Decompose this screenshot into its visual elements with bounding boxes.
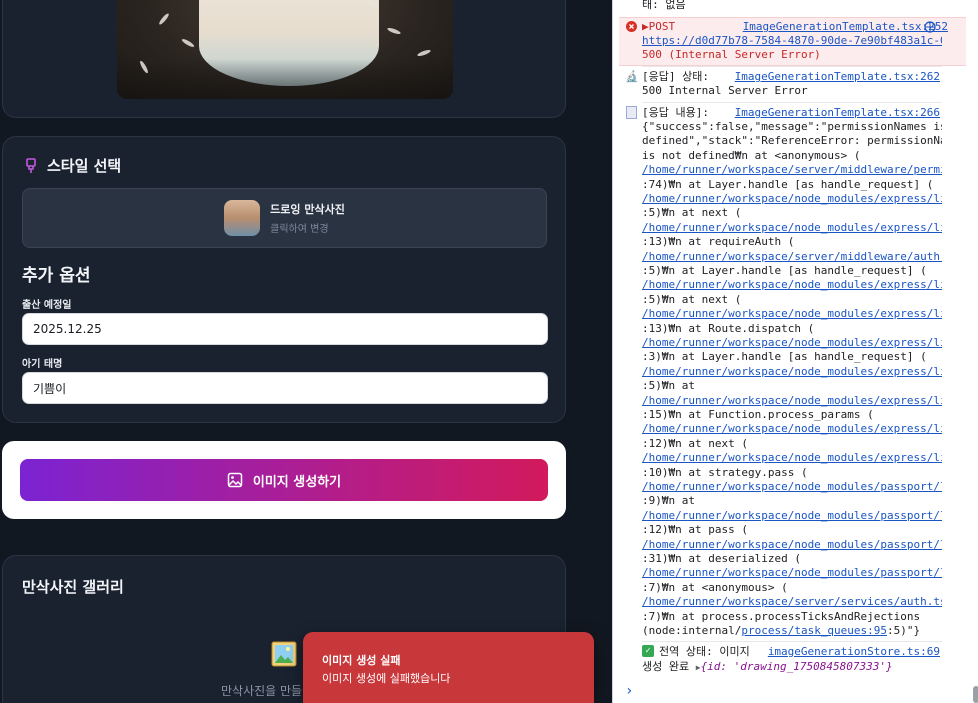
- response-body-source[interactable]: ImageGenerationTemplate.tsx:266: [735, 106, 940, 120]
- stack-trace-link[interactable]: /home/runner/workspace/node_modules/pass…: [642, 480, 942, 494]
- error-url[interactable]: https://d0d77b78-7584-4870-90de-7e90bf48…: [642, 34, 942, 48]
- preview-card: [2, 0, 566, 118]
- options-title: 추가 옵션: [22, 266, 91, 286]
- stack-trace-line: :7)₩n at <anonymous> (: [642, 580, 788, 594]
- response-status-source[interactable]: ImageGenerationTemplate.tsx:262: [735, 70, 940, 84]
- generate-card: 이미지 생성하기: [2, 441, 566, 519]
- magnifier-icon: 🔬: [625, 70, 639, 83]
- style-thumbnail: [224, 200, 261, 236]
- stack-trace-line: :13)₩n at Route.dispatch (: [642, 321, 815, 335]
- nickname-input[interactable]: 기쁨이: [22, 372, 548, 404]
- stack-trace-line: :5)₩n at next (: [642, 292, 742, 306]
- store-log-line2: 생성 완료 ▶{id: 'drawing_1750845807333'}: [642, 660, 893, 673]
- stack-trace-link[interactable]: /home/runner/workspace/node_modules/pass…: [642, 538, 942, 552]
- stack-trace-line: :7)₩n at process.processTicksAndRejectio…: [642, 609, 921, 623]
- error-method: POST: [648, 20, 676, 33]
- stack-trace-link[interactable]: /home/runner/workspace/server/middleware…: [642, 250, 942, 264]
- stack-trace-line: :12)₩n at next (: [642, 436, 748, 450]
- stack-trace-line: defined","stack":"ReferenceError: permis…: [642, 134, 942, 148]
- style-selector[interactable]: 드로잉 만삭사진 클릭하여 변경: [22, 188, 547, 248]
- brush-icon: [26, 157, 36, 173]
- toast-title: 이미지 생성 실패: [322, 654, 401, 667]
- gallery-empty-text: 만삭사진을 만들어: [221, 684, 314, 698]
- stack-trace-line: :10)₩n at strategy.pass (: [642, 465, 808, 479]
- stack-trace-line: :31)₩n at deserialized (: [642, 552, 801, 565]
- expand-arrow-icon: ▶: [642, 20, 649, 33]
- console-separator: [642, 66, 942, 67]
- style-hint: 클릭하여 변경: [270, 224, 329, 235]
- check-icon: ✓: [642, 645, 654, 657]
- style-section-title: 스타일 선택: [23, 155, 121, 176]
- document-icon: [626, 106, 637, 119]
- stack-trace-line: {"success":false,"message":"permissionNa…: [642, 120, 942, 133]
- stack-trace-link[interactable]: /home/runner/workspace/node_modules/expr…: [642, 336, 942, 350]
- stack-trace-line: :15)₩n at Function.process_params (: [642, 408, 874, 421]
- picture-icon: [271, 641, 297, 667]
- stack-trace-line: :12)₩n at pass (: [642, 523, 748, 537]
- image-icon: [227, 472, 243, 488]
- stack-trace-link[interactable]: /home/runner/workspace/node_modules/expr…: [642, 307, 942, 321]
- style-text: 드로잉 만삭사진 클릭하여 변경: [270, 201, 345, 235]
- style-card: 스타일 선택 드로잉 만삭사진 클릭하여 변경 추가 옵션 출산 예정일 202…: [2, 136, 566, 423]
- stack-trace-link[interactable]: /home/runner/workspace/node_modules/expr…: [642, 192, 942, 206]
- stack-trace-link[interactable]: /home/runner/workspace/node_modules/expr…: [642, 365, 942, 379]
- preview-image: [117, 0, 453, 99]
- stack-trace-line: :5)₩n at Layer.handle [as handle_request…: [642, 264, 927, 277]
- error-source-link[interactable]: ImageGenerationTemplate.tsx:252: [743, 20, 948, 34]
- error-icon: [626, 21, 637, 32]
- error-status: 500 (Internal Server Error): [642, 48, 821, 61]
- style-name: 드로잉 만삭사진: [270, 203, 345, 216]
- store-log: 전역 상태: 이미지: [659, 645, 750, 658]
- stack-trace-link[interactable]: /home/runner/workspace/node_modules/expr…: [642, 221, 942, 235]
- stack-trace-line: :9)₩n at: [642, 494, 695, 508]
- nickname-label: 아기 태명: [22, 359, 63, 370]
- due-date-label: 출산 예정일: [22, 300, 72, 311]
- app-panel: 스타일 선택 드로잉 만삭사진 클릭하여 변경 추가 옵션 출산 예정일 202…: [0, 0, 612, 703]
- console-separator: [642, 641, 942, 642]
- style-section-label: 스타일 선택: [47, 157, 122, 175]
- stack-trace-line: :3)₩n at Layer.handle [as handle_request…: [642, 350, 927, 364]
- devtools-console: 태: 없음 ▶POST ImageGenerationTemplate.tsx:…: [612, 0, 978, 703]
- stack-trace-link[interactable]: /home/runner/workspace/node_modules/expr…: [642, 422, 942, 436]
- console-top-line: 태: 없음: [642, 0, 686, 11]
- store-source[interactable]: imageGenerationStore.ts:69: [768, 645, 940, 659]
- stack-trace-link[interactable]: /home/runner/workspace/server/services/a…: [642, 595, 942, 609]
- stack-trace-line: is not defined₩n at <anonymous> (: [642, 148, 861, 162]
- stack-trace-link[interactable]: /home/runner/workspace/node_modules/expr…: [642, 394, 942, 408]
- stack-trace-line: :5)₩n at: [642, 379, 695, 393]
- console-scrollbar[interactable]: [973, 686, 978, 703]
- stack-trace-link[interactable]: /home/runner/workspace/server/middleware…: [642, 163, 942, 177]
- response-status-value: 500 Internal Server Error: [642, 84, 808, 97]
- stack-trace-line: :74)₩n at Layer.handle [as handle_reques…: [642, 177, 934, 191]
- due-date-input[interactable]: 2025.12.25: [22, 313, 548, 345]
- stack-trace-link[interactable]: /home/runner/workspace/node_modules/expr…: [642, 278, 942, 292]
- stack-trace-line: :13)₩n at requireAuth (: [642, 235, 795, 249]
- gallery-title: 만삭사진 갤러리: [22, 578, 124, 596]
- generate-button[interactable]: 이미지 생성하기: [20, 459, 548, 501]
- body-last-line: (node:internal/process/task_queues:95:5)…: [642, 624, 921, 637]
- console-separator: [642, 102, 942, 103]
- console-prompt[interactable]: ›: [625, 683, 633, 699]
- error-toast[interactable]: 이미지 생성 실패 이미지 생성에 실패했습니다: [303, 632, 594, 703]
- network-icon[interactable]: [924, 21, 936, 33]
- toast-message: 이미지 생성에 실패했습니다: [322, 672, 451, 685]
- stack-trace-link[interactable]: /home/runner/workspace/node_modules/pass…: [642, 509, 942, 523]
- stack-trace-line: :5)₩n at next (: [642, 206, 742, 220]
- task-queues-link[interactable]: process/task_queues:95: [741, 624, 887, 637]
- stack-trace-link[interactable]: /home/runner/workspace/node_modules/pass…: [642, 566, 942, 580]
- generate-button-label: 이미지 생성하기: [252, 474, 342, 490]
- stack-trace-link[interactable]: /home/runner/workspace/node_modules/expr…: [642, 451, 942, 465]
